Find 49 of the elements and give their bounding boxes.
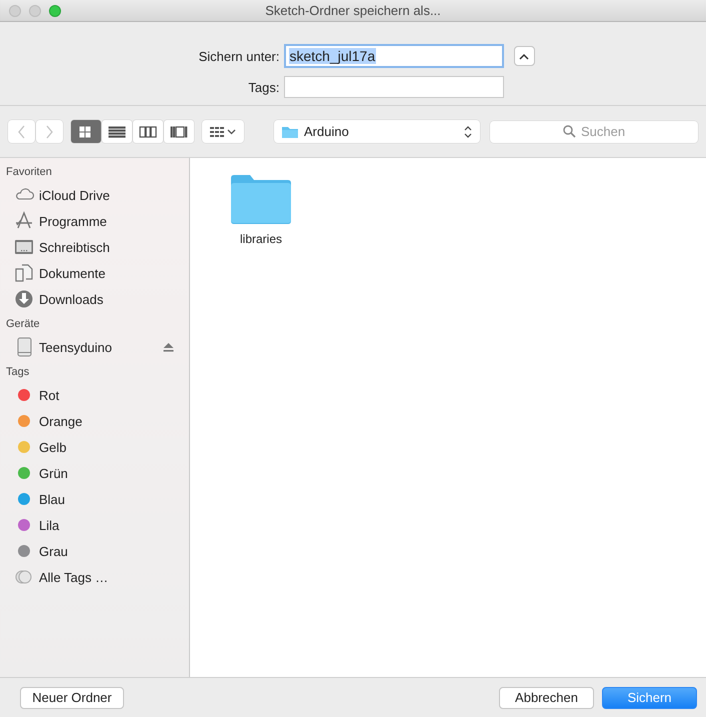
eject-button[interactable] xyxy=(163,342,174,352)
chevron-left-icon xyxy=(16,124,27,140)
sidebar-item[interactable]: Orange xyxy=(0,408,189,434)
cover-flow-icon xyxy=(170,124,188,140)
list-view-button[interactable] xyxy=(102,120,132,143)
zoom-button[interactable] xyxy=(49,5,61,17)
folder-icon xyxy=(281,124,299,138)
compass-icon xyxy=(14,211,34,231)
field-label: Tags: xyxy=(247,80,280,94)
sidebar-item[interactable]: Dokumente xyxy=(0,260,189,286)
sidebar-item[interactable]: Schreibtisch xyxy=(0,234,189,260)
section-heading: Tags xyxy=(5,365,30,380)
arrange-button[interactable] xyxy=(202,120,244,143)
section-heading: Favoriten xyxy=(5,165,53,180)
icon-view-button[interactable] xyxy=(71,120,101,143)
documents-icon xyxy=(14,263,34,283)
tags-field[interactable] xyxy=(284,76,504,98)
file-name[interactable]: libraries xyxy=(240,232,282,246)
grid-dropdown-icon xyxy=(209,126,237,138)
window-title: Sketch-Ordner speichern als... xyxy=(265,3,441,18)
folder-icon[interactable] xyxy=(230,174,292,224)
sidebar-item[interactable]: Teensyduino xyxy=(0,334,189,360)
cover-flow-button[interactable] xyxy=(164,120,194,143)
sidebar-item[interactable]: Rot xyxy=(0,382,189,408)
sidebar-item[interactable]: Grün xyxy=(0,460,189,486)
sidebar-item[interactable]: Programme xyxy=(0,208,189,234)
download-icon xyxy=(14,289,34,309)
new-folder-button[interactable]: Neuer Ordner xyxy=(20,686,124,708)
sidebar-item[interactable]: Alle Tags … xyxy=(0,564,189,590)
search-icon xyxy=(562,125,576,138)
sidebar-item[interactable]: Lila xyxy=(0,512,189,538)
sidebar-item[interactable]: Grau xyxy=(0,538,189,564)
sidebar-item[interactable]: Gelb xyxy=(0,434,189,460)
sidebar-item[interactable]: Blau xyxy=(0,486,189,512)
display-icon xyxy=(14,237,34,257)
chevron-right-icon xyxy=(44,124,55,140)
section-heading: Geräte xyxy=(5,317,41,332)
columns-icon xyxy=(139,124,157,140)
updown-icon xyxy=(464,124,472,138)
collapse-button[interactable] xyxy=(514,46,534,66)
sidebar-item[interactable]: iCloud Drive xyxy=(0,182,189,208)
sidebar-item[interactable]: Downloads xyxy=(0,286,189,312)
list-icon xyxy=(108,124,126,140)
field-label: Sichern unter: xyxy=(198,48,280,64)
name-field[interactable]: sketch_jul17a xyxy=(284,44,504,68)
chevron-up-icon xyxy=(519,52,529,60)
location-menu[interactable]: Arduino xyxy=(274,120,480,143)
column-view-button[interactable] xyxy=(133,120,163,143)
cancel-button[interactable]: Abbrechen xyxy=(499,686,594,708)
